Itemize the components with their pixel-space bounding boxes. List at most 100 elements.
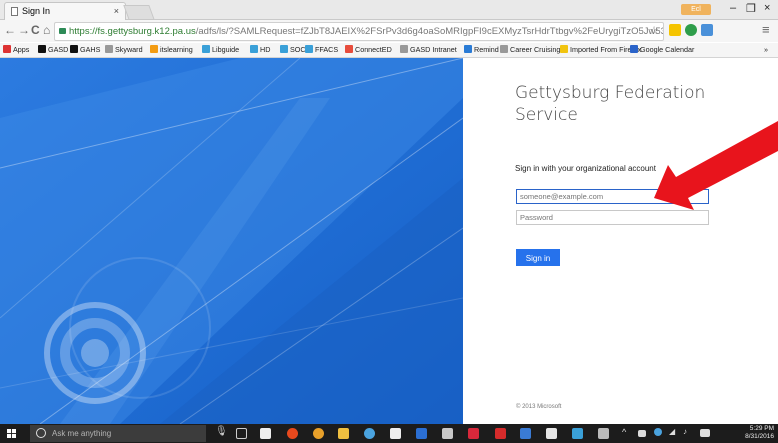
bookmark-label: SOC (290, 45, 306, 54)
bookmark-icon (3, 45, 11, 53)
action-center-icon[interactable] (700, 429, 710, 437)
firefox-icon[interactable] (287, 428, 298, 439)
bookmark-label: HD (260, 45, 271, 54)
bookmark-label: itslearning (160, 45, 193, 54)
home-icon[interactable]: ⌂ (43, 23, 50, 37)
clock[interactable]: 5:29 PM 8/31/2016 (745, 425, 774, 441)
app-icon[interactable] (520, 428, 531, 439)
bookmark-icon (464, 45, 472, 53)
windows-taskbar: Ask me anything 🎙 ^ ◢ ♪ 5:29 PM 8/31/201… (0, 424, 778, 443)
home-app-icon[interactable] (572, 428, 583, 439)
bookmark-icon (400, 45, 408, 53)
task-view-icon[interactable] (236, 428, 247, 439)
tab-title: Sign In (22, 6, 51, 16)
bookmark-label: Google Calendar (640, 45, 695, 54)
page-content: Gettysburg Federation Service Sign in wi… (0, 58, 778, 424)
extension-icon[interactable] (669, 24, 681, 36)
red-arrow-annotation (654, 121, 778, 210)
bookmark-icon (202, 45, 210, 53)
bookmark-label: Career Cruising (510, 45, 561, 54)
browser-tab[interactable]: Sign In × (4, 2, 126, 20)
file-explorer-icon[interactable] (338, 428, 349, 439)
windows-start-icon[interactable] (7, 429, 16, 438)
bookmark-remind[interactable]: Remind (464, 43, 499, 57)
taskbar-search-input[interactable]: Ask me anything (30, 425, 206, 442)
bookmark-connected[interactable]: ConnectED (345, 43, 392, 57)
battery-icon[interactable] (638, 430, 646, 437)
app-icon[interactable] (598, 428, 609, 439)
page-icon (11, 7, 18, 16)
search-placeholder: Ask me anything (52, 429, 112, 438)
bookmark-gasd[interactable]: GASD (38, 43, 68, 57)
close-window-button[interactable]: × (764, 2, 770, 14)
paint-icon[interactable] (442, 428, 453, 439)
store-icon[interactable] (260, 428, 271, 439)
bookmark-icon (150, 45, 158, 53)
calculator-icon[interactable] (546, 428, 557, 439)
bookmark-apps[interactable]: Apps (3, 43, 29, 57)
bookmark-icon (250, 45, 258, 53)
menu-icon[interactable]: ≡ (762, 22, 770, 37)
bookmark-career-cruising[interactable]: Career Cruising (500, 43, 560, 57)
word-icon[interactable] (416, 428, 427, 439)
extension-icon[interactable] (685, 24, 697, 36)
bookmark-icon (305, 45, 313, 53)
browser-tab-strip: Sign In × Ecl – ❐ × (0, 0, 778, 20)
reload-icon[interactable]: C (31, 23, 40, 37)
network-icon[interactable]: ◢ (669, 427, 680, 438)
bookmarks-overflow-icon[interactable]: » (764, 43, 768, 57)
onedrive-icon[interactable] (654, 428, 662, 436)
url-host: https://fs.gettysburg.k12.pa.us (69, 26, 196, 37)
bookmark-gahs[interactable]: GAHS (70, 43, 100, 57)
bookmark-imported-from-firefox[interactable]: Imported From Firefox (560, 43, 641, 57)
bookmark-icon (280, 45, 288, 53)
volume-icon[interactable]: ♪ (683, 427, 694, 438)
tab-close-icon[interactable]: × (114, 3, 119, 20)
back-icon[interactable]: ← (4, 23, 16, 37)
address-toolbar: ← → C ⌂ https://fs.gettysburg.k12.pa.us/… (0, 20, 778, 42)
bookmark-label: FFACS (315, 45, 339, 54)
cortana-icon (36, 428, 46, 438)
bookmark-icon (38, 45, 46, 53)
profile-badge[interactable]: Ecl (681, 4, 711, 15)
bookmarks-bar: » Apps GASD GAHS Skyward itslearning Libguide… (0, 43, 778, 58)
pdf-icon[interactable] (495, 428, 506, 439)
bookmark-label: GASD Intranet (410, 45, 457, 54)
bookmark-icon (560, 45, 568, 53)
tray-chevron-icon[interactable]: ^ (622, 427, 633, 438)
bookmark-star-icon[interactable]: ☆ (649, 23, 659, 40)
bookmark-google-calendar[interactable]: Google Calendar (630, 43, 694, 57)
bookmark-label: Remind (474, 45, 499, 54)
forward-icon[interactable]: → (18, 23, 30, 37)
clock-time: 5:29 PM (749, 425, 774, 432)
bookmark-skyward[interactable]: Skyward (105, 43, 143, 57)
chrome-icon[interactable] (313, 428, 324, 439)
bookmark-label: Libguide (212, 45, 240, 54)
restore-button[interactable]: ❐ (746, 2, 756, 15)
extension-icon[interactable] (701, 24, 713, 36)
bookmark-label: Apps (13, 45, 30, 54)
bookmark-label: Skyward (115, 45, 143, 54)
new-tab-button[interactable] (123, 5, 155, 20)
url-input[interactable]: https://fs.gettysburg.k12.pa.us/adfs/ls/… (54, 22, 664, 41)
minimize-button[interactable]: – (730, 2, 736, 14)
bookmark-ffacs[interactable]: FFACS (305, 43, 338, 57)
bookmark-libguide[interactable]: Libguide (202, 43, 239, 57)
bookmark-hd[interactable]: HD (250, 43, 270, 57)
bookmark-gasd-intranet[interactable]: GASD Intranet (400, 43, 457, 57)
url-path: /adfs/ls/?SAMLRequest=fZJbT8JAEIX%2FSrPv… (195, 26, 663, 37)
app-icon[interactable] (468, 428, 479, 439)
bookmark-soc[interactable]: SOC (280, 43, 306, 57)
mail-icon[interactable] (390, 428, 401, 439)
people-icon[interactable] (364, 428, 375, 439)
bookmark-icon (630, 45, 638, 53)
bookmark-icon (345, 45, 353, 53)
microphone-icon[interactable]: 🎙 (215, 426, 228, 437)
bookmark-itslearning[interactable]: itslearning (150, 43, 193, 57)
bookmark-icon (70, 45, 78, 53)
lock-icon (59, 28, 66, 34)
bookmark-label: GAHS (80, 45, 101, 54)
bookmark-label: ConnectED (355, 45, 392, 54)
bookmark-label: GASD (48, 45, 69, 54)
bookmark-icon (500, 45, 508, 53)
